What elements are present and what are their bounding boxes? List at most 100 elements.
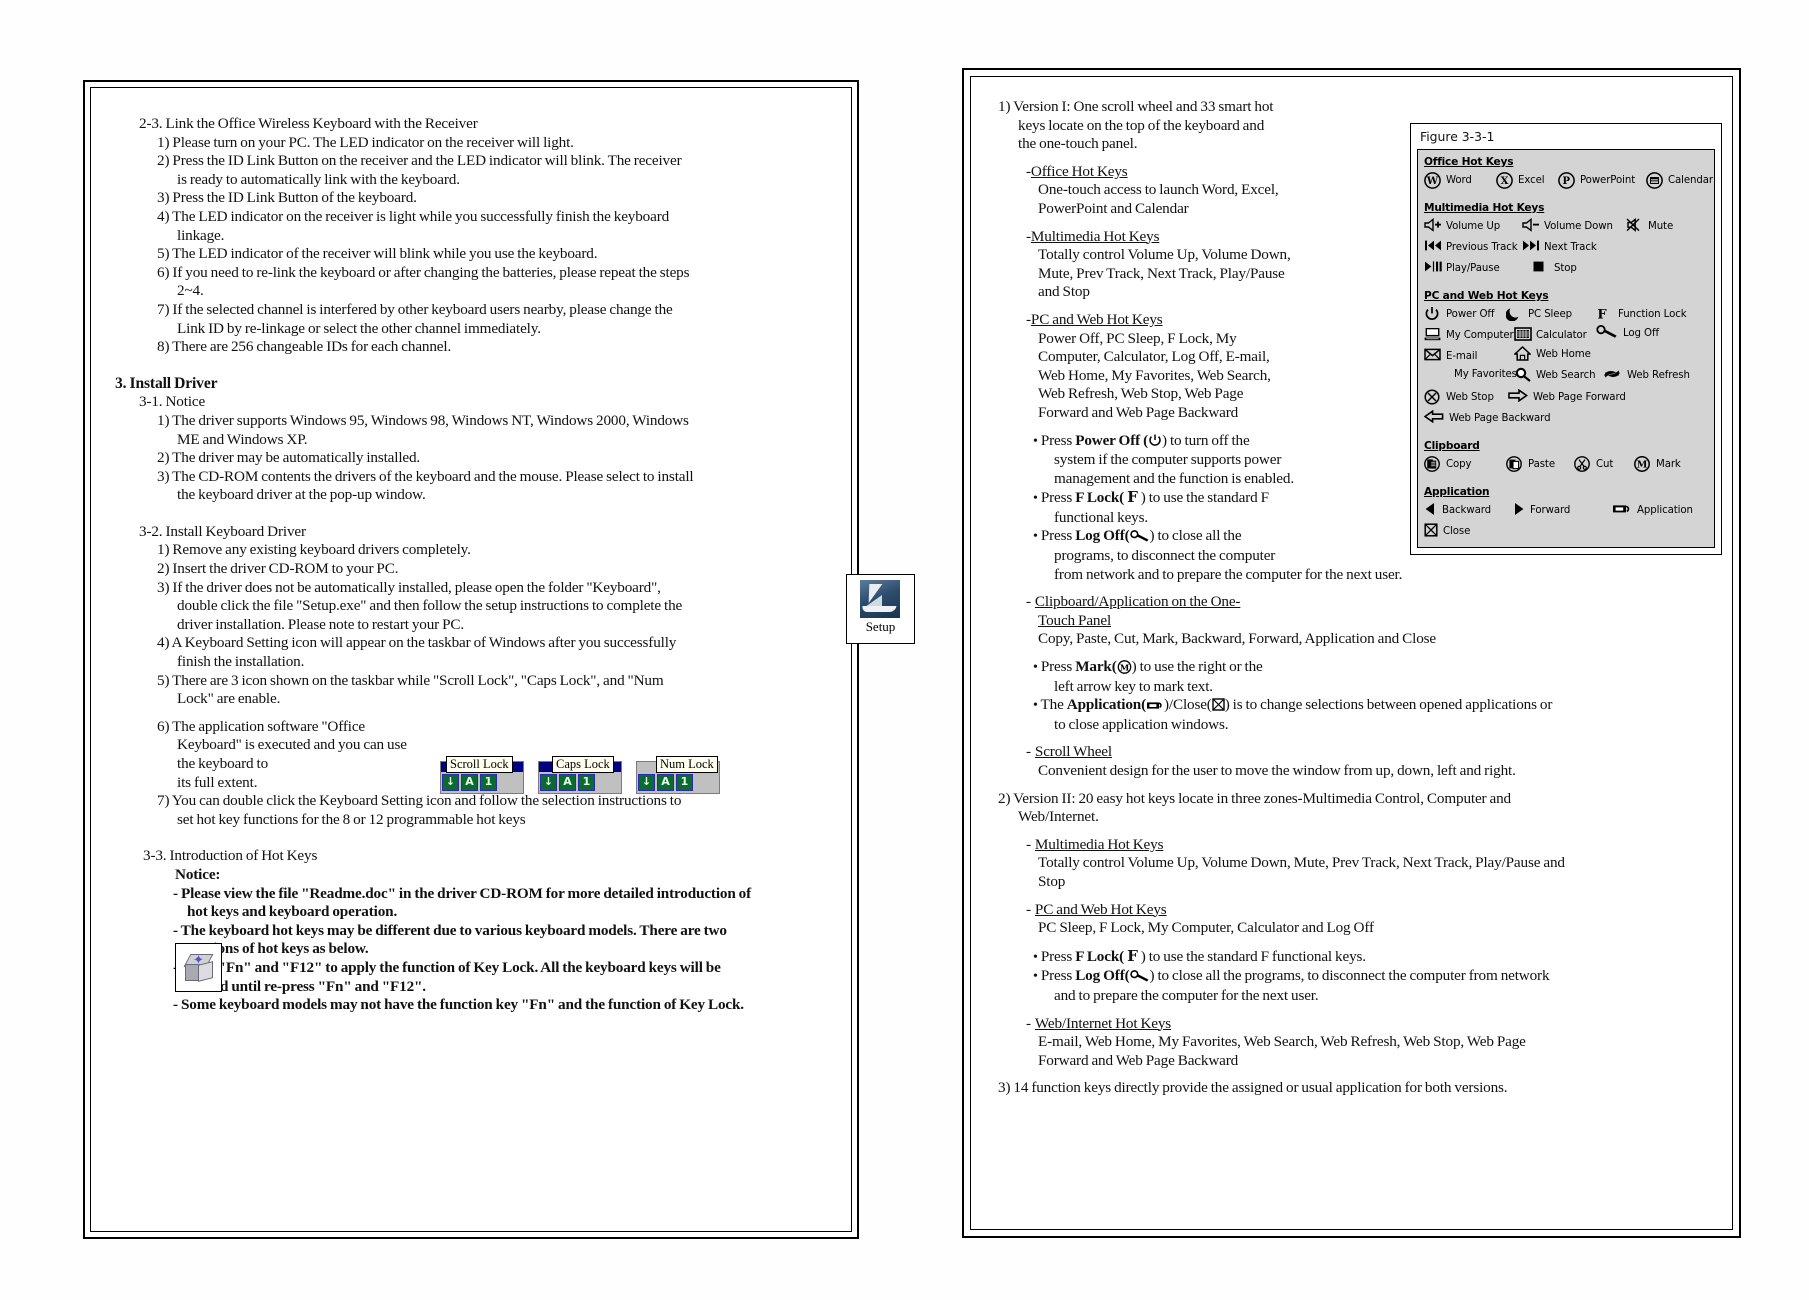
bullet-bold: F Lock( [1075, 947, 1128, 965]
section-3-2-heading: 3-2. Install Keyboard Driver [139, 522, 306, 540]
led-num: 1 [578, 774, 595, 791]
notice-line: - Press "Fn" and "F12" to apply the func… [173, 958, 721, 976]
multimedia-hot-keys-title: Multimedia Hot Keys [1030, 227, 1160, 245]
led-scroll: ↓ [540, 774, 557, 791]
figure-item-label: Previous Track [1446, 242, 1518, 253]
figure-item-label: Volume Down [1544, 221, 1613, 232]
mark-icon: M [1117, 660, 1132, 674]
bullet-pre: The [1040, 696, 1067, 714]
pc-sleep-icon [1506, 306, 1523, 323]
led-caps: A [461, 774, 478, 791]
v2-webinternet-line: Forward and Web Page Backward [1038, 1051, 1239, 1069]
left-page-content: 2-3. Link the Office Wireless Keyboard w… [115, 115, 827, 1015]
list-item-cont: linkage. [177, 226, 225, 244]
figure-item-label: PC Sleep [1528, 309, 1572, 320]
section-3-1-heading: 3-1. Notice [139, 393, 206, 411]
bullet-application-close: • The Application()/Close() is to change… [1033, 696, 1553, 714]
play-pause-icon [1424, 260, 1442, 277]
multimedia-line: Totally control Volume Up, Volume Down, [1038, 246, 1291, 264]
list-item-cont: double click the file "Setup.exe" and th… [177, 597, 683, 615]
word-icon: W [1424, 172, 1441, 189]
bullet-post: ) to use the standard F functional keys. [1137, 947, 1366, 965]
setup-icon-label: Setup [865, 619, 896, 634]
figure-item-web-home: Web Home [1514, 346, 1591, 363]
web-page-forward-icon [1508, 389, 1528, 406]
bullet-mark: • Press Mark(M) to use the right or the [1033, 658, 1263, 676]
notice-label: Notice: [175, 865, 221, 883]
web-stop-icon [1424, 389, 1441, 406]
tooltip-scroll-lock: Scroll Lock [446, 756, 513, 773]
list-item: 3) If the driver does not be automatical… [157, 578, 661, 596]
mark-icon: M [1634, 456, 1651, 473]
web-refresh-icon [1602, 367, 1622, 384]
web-page-backward-icon [1424, 410, 1444, 427]
figure-3-3-1: Figure 3-3-1 Office Hot Keys W Word X Ex… [1410, 123, 1722, 555]
paste-icon [1506, 456, 1523, 473]
right-page-content: 1) Version I: One scroll wheel and 33 sm… [998, 98, 1722, 1098]
v2-webinternet-subhead: - Web/Internet Hot Keys [1026, 1015, 1702, 1034]
figure-item-play-pause: Play/Pause [1424, 260, 1500, 277]
section-3-heading: 3. Install Driver [115, 374, 218, 392]
figure-item-forward: Forward [1512, 502, 1570, 519]
v2-multimedia-line: Totally control Volume Up, Volume Down, … [1038, 854, 1565, 872]
figure-item-next-track: Next Track [1522, 239, 1597, 256]
list-item: 6) The application software "Office [157, 717, 366, 735]
figure-item-web-search: Web Search [1514, 367, 1596, 384]
dash: - [1026, 900, 1031, 918]
figure-item-web-page-backward: Web Page Backward [1424, 410, 1551, 427]
figure-item-mark: M Mark [1634, 456, 1681, 473]
office-hot-keys-title: Office Hot Keys [1030, 162, 1128, 180]
figure-item-label: Word [1446, 175, 1472, 186]
led-scroll: ↓ [638, 774, 655, 791]
multimedia-line: Mute, Prev Track, Next Track, Play/Pause [1038, 264, 1285, 282]
figure-item-label: Web Page Forward [1533, 392, 1626, 403]
svg-text:M: M [1120, 663, 1130, 673]
clipboard-subhead: - Clipboard/Application on the One- [1026, 593, 1702, 612]
power-off-icon [1424, 306, 1441, 323]
figure-item-volume-down: Volume Down [1522, 218, 1613, 235]
figure-item-close: Close [1424, 523, 1470, 540]
figure-item-web-stop: Web Stop [1424, 389, 1494, 406]
figure-item-label: Calendar [1668, 175, 1714, 186]
v2-bullet-f-lock: • Press F Lock( F ) to use the standard … [1033, 946, 1366, 965]
led-num: 1 [676, 774, 693, 791]
version-2-line: Web/Internet. [1018, 808, 1099, 826]
powerpoint-icon: P [1558, 172, 1575, 189]
v2-pcweb-title: PC and Web Hot Keys [1034, 900, 1167, 918]
bullet-pre: Press [1040, 489, 1076, 507]
pcweb-line: Power Off, PC Sleep, F Lock, My [1038, 329, 1237, 347]
scroll-lock-indicator: ↓ A 1 Scroll Lock [440, 756, 524, 801]
figure-item-cut: Cut [1574, 456, 1613, 473]
figure-section-clipboard-title: Clipboard [1424, 440, 1480, 452]
figure-item-label: Power Off [1446, 309, 1495, 320]
previous-track-icon [1424, 239, 1441, 256]
figure-item-application: Application [1612, 502, 1693, 519]
svg-text:F: F [1597, 307, 1607, 321]
led-scroll: ↓ [442, 774, 459, 791]
section-3-3-heading: 3-3. Introduction of Hot Keys [143, 847, 318, 865]
web-home-icon [1514, 346, 1531, 363]
bullet-pre: Press [1040, 947, 1076, 965]
pcweb-line: Web Home, My Favorites, Web Search, [1038, 366, 1271, 384]
pcweb-line: Web Refresh, Web Stop, Web Page [1038, 385, 1244, 403]
figure-item-label: Volume Up [1446, 221, 1501, 232]
list-item-cont: its full extent. [177, 773, 258, 791]
pcweb-hot-keys-title: PC and Web Hot Keys [1030, 310, 1163, 328]
web-search-icon [1514, 367, 1531, 384]
list-item-cont: Lock" are enable. [177, 690, 281, 708]
num-lock-indicator: ↓ A 1 Num Lock [636, 756, 720, 801]
bullet-f-lock: • Press F Lock( F ) to use the standard … [1033, 488, 1269, 507]
figure-section-pcweb-title: PC and Web Hot Keys [1424, 290, 1549, 302]
list-item: 1) Remove any existing keyboard drivers … [157, 541, 471, 559]
notice-line: - The keyboard hot keys may be different… [173, 921, 727, 939]
calculator-icon [1514, 327, 1532, 344]
bullet-bold: Application( [1066, 696, 1146, 714]
bullet-power-off: • Press Power Off () to turn off the [1033, 431, 1250, 449]
office-line: One-touch access to launch Word, Excel, [1038, 181, 1279, 199]
figure-item-label: Web Search [1536, 370, 1596, 381]
list-item: 1) Please turn on your PC. The LED indic… [157, 133, 574, 151]
office-line: PowerPoint and Calendar [1038, 199, 1189, 217]
tooltip-num-lock: Num Lock [656, 756, 718, 773]
close-icon [1424, 523, 1438, 540]
